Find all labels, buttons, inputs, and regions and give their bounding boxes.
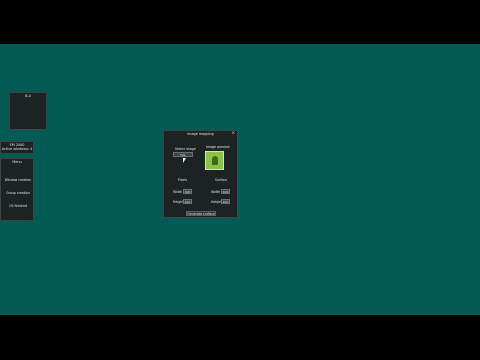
surface-section-label: Surface (215, 178, 228, 182)
surface-height-input[interactable]: 100 (221, 199, 230, 204)
select-image-file-button[interactable]: File (173, 152, 193, 157)
pixels-section-label: Pixels (178, 178, 188, 182)
dialog-title: Image mapping (187, 132, 214, 136)
menu-item-os-finished[interactable]: OS finished (1, 204, 35, 208)
menu-item-group-creation[interactable]: Group creation (1, 191, 35, 195)
surface-width-input[interactable]: 100 (221, 189, 230, 194)
menu-item-window-creation[interactable]: Window creation (1, 178, 35, 182)
surface-width-label: Width (211, 190, 221, 194)
image-mapping-dialog: Image mapping × Select image File Image … (163, 130, 238, 218)
menu-title: Menu (12, 160, 22, 164)
menu-panel: Menu Window creation Group creation OS f… (0, 158, 34, 221)
image-preview (205, 151, 224, 170)
status-line-2: Active windows: 4 (1, 147, 33, 151)
small-window[interactable]: B-0 (9, 92, 47, 130)
generate-surface-button[interactable]: Generate surface (186, 211, 216, 216)
status-panel: EM 2000 Active windows: 4 (0, 141, 34, 154)
small-window-title: B-0 (25, 94, 31, 98)
close-icon[interactable]: × (232, 131, 235, 135)
desktop (0, 44, 480, 315)
pixels-height-input[interactable]: 100 (183, 199, 192, 204)
select-image-label: Select image (175, 147, 196, 151)
image-preview-label: Image preview (206, 145, 230, 149)
preview-figure-icon (212, 156, 218, 165)
pixels-width-label: Width (173, 190, 183, 194)
pixels-height-label: Height (173, 200, 184, 204)
surface-height-label: Height (211, 200, 222, 204)
pixels-width-input[interactable]: 100 (183, 189, 192, 194)
mouse-cursor-icon (183, 158, 186, 163)
